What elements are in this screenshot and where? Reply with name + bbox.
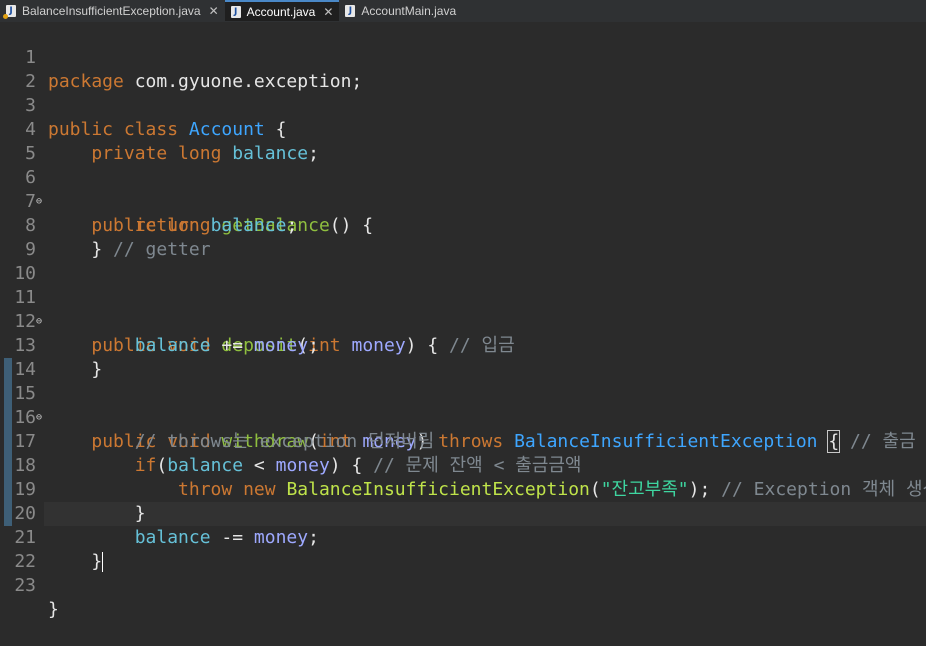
tab-label: Account.java: [246, 4, 316, 19]
code-line: 12 balance += money;: [0, 286, 926, 356]
code-line: 2: [0, 46, 926, 92]
code-editor[interactable]: 1 package com.gyuone.exception; 2 3 publ…: [0, 22, 926, 620]
code-line: 10: [0, 238, 926, 284]
code-line: 4 private long balance;: [0, 94, 926, 164]
line-code: }: [48, 598, 59, 622]
code-line: 8 } // getter: [0, 190, 926, 260]
line-number: 23: [14, 575, 36, 596]
code-line: 6 ⊖ public long getBalance() {: [0, 142, 926, 236]
code-line: 15 ⊖ public void withdraw(int money) thr…: [0, 358, 926, 453]
code-line: 7 return balance;: [0, 166, 926, 236]
code-line: 20 balance -= money;: [0, 478, 926, 548]
code-line: 11 ⊖ public void deposit(int money) { //…: [0, 262, 926, 356]
tab-account-main[interactable]: J AccountMain.java: [339, 0, 462, 21]
code-line: 22: [0, 526, 926, 572]
code-line: 5: [0, 118, 926, 164]
close-icon[interactable]: ✕: [209, 4, 219, 18]
close-icon[interactable]: ✕: [323, 5, 333, 19]
code-line: 19 }: [0, 454, 926, 524]
code-line: 18 throw new BalanceInsufficientExceptio…: [0, 430, 926, 500]
code-line: 3 public class Account {: [0, 70, 926, 140]
code-line: 23 }: [0, 550, 926, 620]
code-line: 14: [0, 334, 926, 380]
tab-account[interactable]: J Account.java ✕: [224, 0, 340, 21]
code-line-current: 21 }: [0, 502, 926, 572]
java-file-icon: J: [345, 4, 356, 17]
editor-tab-bar: J BalanceInsufficientException.java ✕ J …: [0, 0, 926, 23]
code-line: 13 }: [0, 310, 926, 380]
java-file-error-icon: J: [3, 4, 16, 19]
tab-label: AccountMain.java: [361, 3, 457, 18]
java-file-icon: J: [230, 5, 241, 18]
code-line: 1 package com.gyuone.exception;: [0, 22, 926, 92]
code-line: 9: [0, 214, 926, 260]
tab-label: BalanceInsufficientException.java: [22, 3, 201, 18]
token: }: [48, 599, 59, 620]
code-line: 16 // throws는 exception 던져버림: [0, 382, 926, 452]
code-line: 17 if(balance < money) { // 문제 잔액 < 출금금액: [0, 406, 926, 476]
tab-balance-insufficient-exception[interactable]: J BalanceInsufficientException.java ✕: [0, 0, 225, 21]
